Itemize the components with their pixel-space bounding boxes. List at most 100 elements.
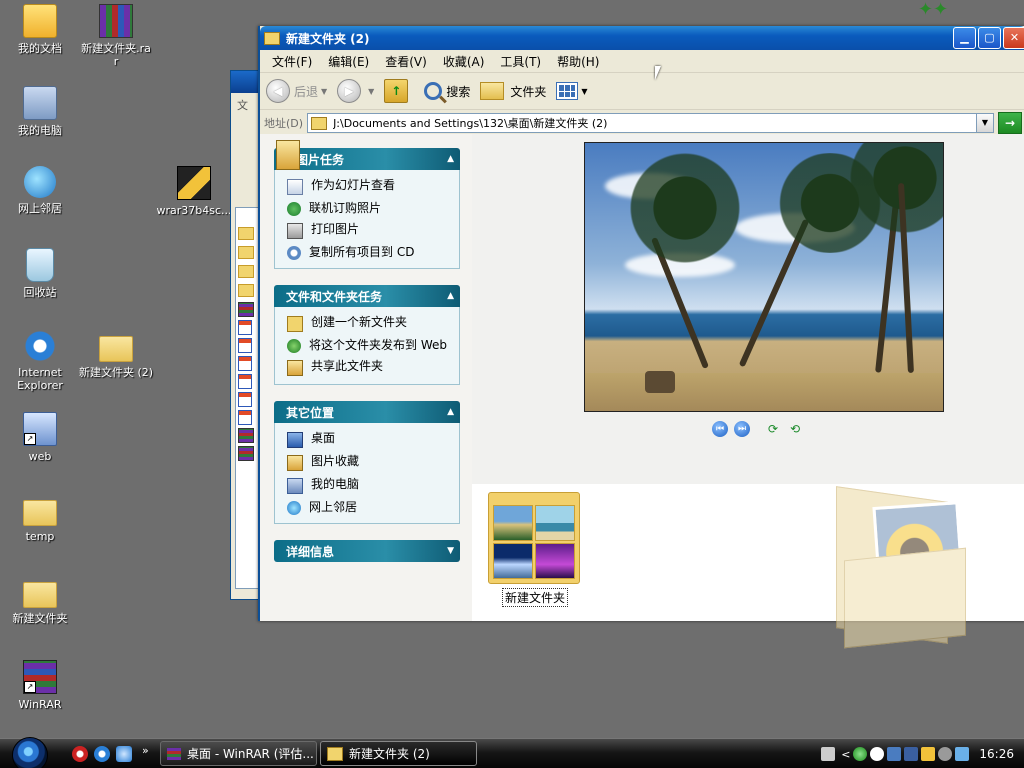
preview-image[interactable] <box>584 142 944 412</box>
desktop-icon-new-folder[interactable]: 新建文件夹 <box>0 576 80 625</box>
qq-icon[interactable] <box>870 747 885 761</box>
menu-help[interactable]: 帮助(H) <box>549 53 607 70</box>
quicklaunch-expand-icon[interactable]: » <box>142 744 149 757</box>
window-title-bar[interactable]: 新建文件夹 (2) ▁ ▢ ✕ <box>260 26 1024 50</box>
desktop-icon-internet-explorer[interactable]: Internet Explorer <box>0 330 80 392</box>
picture-tasks-header[interactable]: 图片任务 ▲ <box>274 140 460 170</box>
desktop-icon-web[interactable]: ↗ web <box>0 412 80 463</box>
task-share-folder[interactable]: 共享此文件夹 <box>287 359 453 376</box>
security-icon[interactable] <box>853 747 868 761</box>
folders-label: 文件夹 <box>510 84 547 99</box>
desktop-icon-temp[interactable]: temp <box>0 494 80 543</box>
back-button[interactable]: ◀ 后退 ▼ <box>266 79 327 103</box>
desktop-icon-my-documents[interactable]: 我的文档 <box>0 4 80 55</box>
views-icon <box>556 82 579 100</box>
up-folder-button[interactable]: ↑ <box>384 79 414 103</box>
task-new-folder[interactable]: 创建一个新文件夹 <box>287 315 453 332</box>
folder-thumbnail-label[interactable]: 新建文件夹 <box>502 588 569 607</box>
task-publish-web[interactable]: 将这个文件夹发布到 Web <box>287 338 453 353</box>
place-network[interactable]: 网上邻居 <box>287 500 453 515</box>
my-computer-icon <box>23 86 57 120</box>
clock[interactable]: 16:26 <box>979 747 1014 761</box>
language-icon[interactable] <box>955 747 970 761</box>
task-copy-to-cd[interactable]: 复制所有项目到 CD <box>287 245 453 260</box>
place-my-pictures[interactable]: 图片收藏 <box>287 454 453 471</box>
other-places-panel: 其它位置 ▲ 桌面 图片收藏 我的电脑 网上邻居 <box>274 401 460 524</box>
volume-icon[interactable] <box>938 747 953 761</box>
window-controls: ▁ ▢ ✕ <box>951 27 1024 49</box>
menu-bar: 文件(F) 编辑(E) 查看(V) 收藏(A) 工具(T) 帮助(H) <box>260 50 1024 73</box>
next-image-button[interactable]: ⏭ <box>734 421 750 437</box>
document-icon <box>238 356 252 371</box>
internet-explorer-icon <box>24 330 56 362</box>
tray-expand-icon[interactable]: < <box>841 748 850 761</box>
rotate-clockwise-button[interactable]: ⟳ <box>768 422 786 436</box>
my-documents-icon <box>23 4 57 38</box>
chevron-down-icon[interactable]: ▼ <box>976 114 993 132</box>
expand-icon[interactable]: ▼ <box>447 546 454 556</box>
place-desktop[interactable]: 桌面 <box>287 431 453 448</box>
taskbar-button-explorer[interactable]: 新建文件夹 (2) <box>320 741 477 766</box>
keyboard-icon[interactable] <box>821 747 836 761</box>
desktop-icon-recycle-bin[interactable]: 回收站 <box>0 248 80 299</box>
maximize-button[interactable]: ▢ <box>978 27 1001 49</box>
menu-edit[interactable]: 编辑(E) <box>320 53 377 70</box>
task-print-pictures[interactable]: 打印图片 <box>287 222 453 239</box>
details-header[interactable]: 详细信息 ▼ <box>274 540 460 562</box>
menu-favorites[interactable]: 收藏(A) <box>435 53 493 70</box>
folder-icon <box>23 500 57 526</box>
collapse-icon[interactable]: ▲ <box>447 154 454 164</box>
share-folder-icon <box>287 360 303 376</box>
desktop-icon-rar-archive[interactable]: 新建文件夹.rar <box>76 4 156 68</box>
shortcut-arrow-icon: ↗ <box>24 433 36 445</box>
task-order-prints[interactable]: 联机订购照片 <box>287 201 453 216</box>
start-button[interactable] <box>12 737 48 768</box>
task-view-slideshow[interactable]: 作为幻灯片查看 <box>287 178 453 195</box>
display-icon[interactable] <box>904 747 919 761</box>
picture-tasks-panel: 图片任务 ▲ 作为幻灯片查看 联机订购照片 打印图片 复制所有项目到 CD <box>274 140 460 269</box>
folders-button[interactable]: 文件夹 <box>480 82 546 100</box>
folder-thumbnail[interactable] <box>488 492 580 584</box>
desktop-icon-winrar[interactable]: ↗ WinRAR <box>0 660 80 711</box>
rotate-counterclockwise-button[interactable]: ⟲ <box>790 422 808 436</box>
network-icon[interactable] <box>887 747 902 761</box>
place-my-computer[interactable]: 我的电脑 <box>287 477 453 494</box>
explorer-window[interactable]: 新建文件夹 (2) ▁ ▢ ✕ 文件(F) 编辑(E) 查看(V) 收藏(A) … <box>258 26 1024 649</box>
internet-explorer-icon[interactable] <box>94 746 110 762</box>
search-button[interactable]: 搜索 <box>424 82 470 100</box>
desktop: 我的文档 新建文件夹.rar 我的电脑 网上邻居 wrar37b4sc... 回… <box>0 0 1024 768</box>
taskbar-button-winrar[interactable]: 桌面 - WinRAR (评估... <box>160 741 317 766</box>
corner-logo: ✦✦ <box>918 0 949 20</box>
viewer-controls: ⏮ ⏭ ⟳ ⟲ <box>712 421 808 437</box>
desktop-icon-winrar-setup[interactable]: wrar37b4sc... <box>154 166 234 217</box>
desktop-icon-my-computer[interactable]: 我的电脑 <box>0 86 80 137</box>
slideshow-icon <box>287 179 303 195</box>
folder-icon <box>238 284 254 297</box>
warning-icon[interactable] <box>921 747 936 761</box>
place-label: 网上邻居 <box>309 500 358 514</box>
search-label: 搜索 <box>446 84 471 99</box>
menu-view[interactable]: 查看(V) <box>377 53 435 70</box>
other-places-header[interactable]: 其它位置 ▲ <box>274 401 460 423</box>
views-button[interactable]: ▼ <box>556 82 588 100</box>
menu-file[interactable]: 文件(F) <box>264 53 320 70</box>
address-input[interactable]: J:\Documents and Settings\132\桌面\新建文件夹 (… <box>307 113 994 133</box>
minimize-button[interactable]: ▁ <box>953 27 976 49</box>
collapse-icon[interactable]: ▲ <box>447 407 454 417</box>
file-tasks-header[interactable]: 文件和文件夹任务 ▲ <box>274 285 460 307</box>
menu-tools[interactable]: 工具(T) <box>492 53 549 70</box>
go-button[interactable]: → <box>998 112 1022 134</box>
filmstrip-preview: ⏮ ⏭ ⟳ ⟲ <box>472 134 1024 484</box>
previous-image-button[interactable]: ⏮ <box>712 421 728 437</box>
rar-icon <box>238 446 254 461</box>
thumbnail-image <box>535 543 575 579</box>
media-player-icon[interactable] <box>72 746 88 762</box>
show-desktop-icon[interactable] <box>116 746 132 762</box>
desktop-icon-network-places[interactable]: 网上邻居 <box>0 166 80 215</box>
forward-button[interactable]: ▶ ▼ <box>337 79 374 103</box>
close-button[interactable]: ✕ <box>1003 27 1024 49</box>
collapse-icon[interactable]: ▲ <box>447 291 454 301</box>
window-title: 新建文件夹 (2) <box>286 31 370 46</box>
desktop-icon-new-folder-2[interactable]: 新建文件夹 (2) <box>76 330 156 392</box>
desktop-icon-label: 我的文档 <box>18 42 62 55</box>
